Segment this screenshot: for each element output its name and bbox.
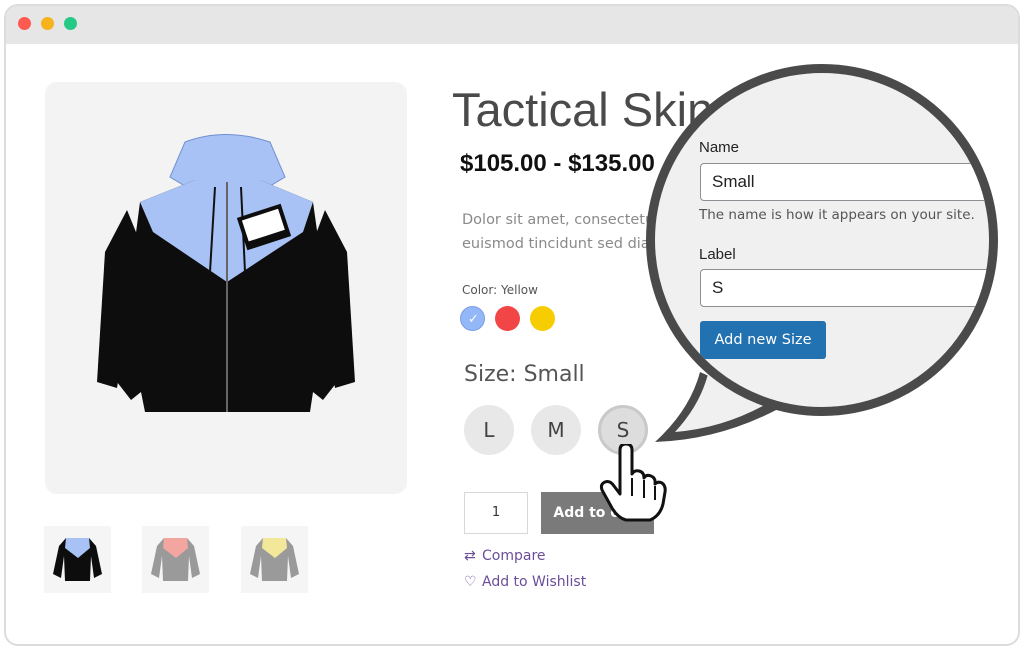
add-new-size-button[interactable]: Add new Size <box>700 321 826 359</box>
thumbnail-blue[interactable] <box>44 526 111 593</box>
hoodie-image <box>97 134 355 412</box>
title-bar <box>6 6 1018 44</box>
color-swatch-yellow[interactable] <box>530 306 555 331</box>
size-option-l[interactable]: L <box>464 405 514 455</box>
size-attribute-label: Size: Small <box>464 362 585 387</box>
size-option-m[interactable]: M <box>531 405 581 455</box>
compare-arrows-icon: ⇄ <box>464 548 476 564</box>
color-swatch-blue[interactable]: ✓ <box>460 306 485 331</box>
color-value: Yellow <box>501 283 538 297</box>
name-input[interactable]: Small <box>700 163 989 201</box>
name-field-hint: The name is how it appears on your site. <box>699 207 975 223</box>
maximize-window-button[interactable] <box>64 17 77 30</box>
hoodie-thumb-icon <box>250 538 299 581</box>
wishlist-link[interactable]: ♡ Add to Wishlist <box>464 574 586 590</box>
compare-label: Compare <box>482 548 546 564</box>
color-swatch-red[interactable] <box>495 306 520 331</box>
check-icon: ✓ <box>468 312 479 327</box>
hoodie-thumb-icon <box>151 538 200 581</box>
thumbnail-yellow[interactable] <box>241 526 308 593</box>
label-field-label: Label <box>699 246 736 263</box>
product-main-image[interactable] <box>45 82 407 494</box>
wishlist-label: Add to Wishlist <box>482 574 587 590</box>
heart-icon: ♡ <box>464 574 477 590</box>
product-price: $105.00 - $135.00 <box>460 150 655 177</box>
thumbnail-red[interactable] <box>142 526 209 593</box>
compare-link[interactable]: ⇄ Compare <box>464 548 546 564</box>
color-label-text: Color: <box>462 283 498 297</box>
label-input[interactable]: S <box>700 269 989 307</box>
quantity-input[interactable]: 1 <box>464 492 528 534</box>
hoodie-thumb-icon <box>53 538 102 581</box>
close-window-button[interactable] <box>18 17 31 30</box>
minimize-window-button[interactable] <box>41 17 54 30</box>
zoom-callout: Name Small The name is how it appears on… <box>646 64 998 416</box>
product-title: Tactical Skin <box>452 83 714 136</box>
color-attribute-label: Color: Yellow <box>462 283 538 297</box>
name-field-label: Name <box>699 139 740 156</box>
hand-pointer-icon <box>599 444 667 522</box>
